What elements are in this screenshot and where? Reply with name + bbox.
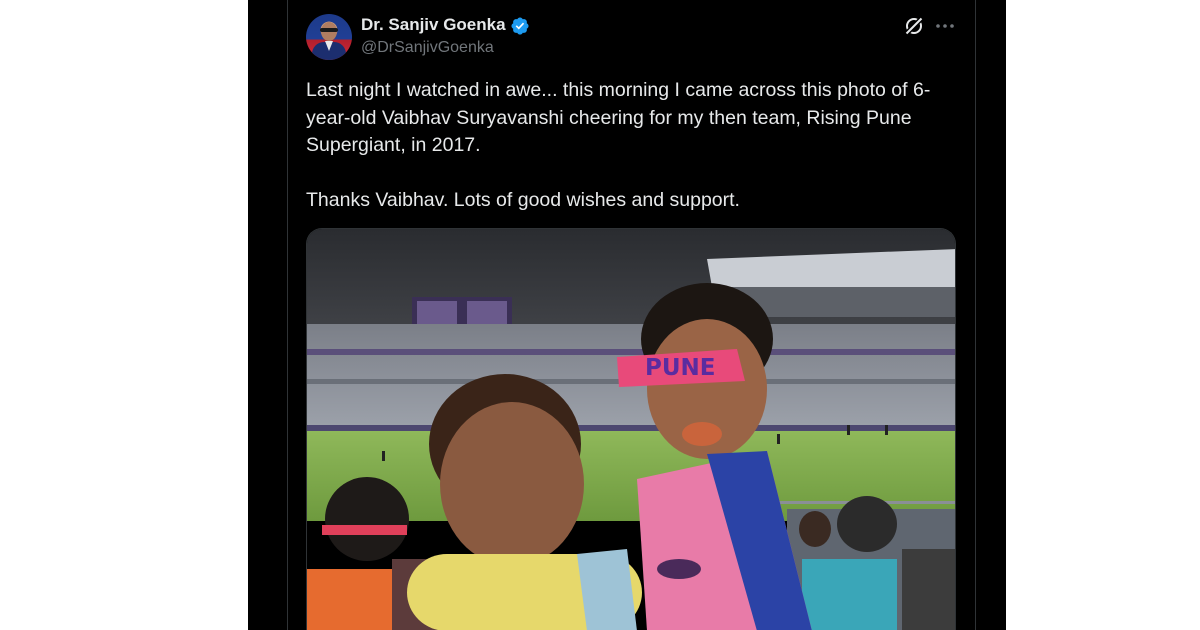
man-face xyxy=(440,402,584,566)
tweet-paragraph: Last night I watched in awe... this morn… xyxy=(306,79,931,156)
player-figure xyxy=(382,451,385,461)
headband-text: PUNE xyxy=(645,355,716,381)
tweet-text: Last night I watched in awe... this morn… xyxy=(306,77,958,214)
shirt-collar xyxy=(577,549,637,630)
author-avatar[interactable] xyxy=(306,14,352,60)
tweet-photo[interactable]: PUNE xyxy=(306,228,956,630)
avatar-glasses xyxy=(320,28,338,32)
player-figure xyxy=(777,434,780,444)
spectator-headband xyxy=(322,525,407,535)
stadium-photo: PUNE xyxy=(307,229,955,630)
column-border-right xyxy=(975,0,976,630)
spectator-head xyxy=(837,496,897,552)
player-figure xyxy=(847,425,850,435)
author-handle[interactable]: @DrSanjivGoenka xyxy=(361,39,494,57)
page: Dr. Sanjiv Goenka @DrSanjivGoenka Last n… xyxy=(0,0,1200,630)
spectator-shirt-left xyxy=(307,569,397,630)
more-dots-icon[interactable] xyxy=(933,14,957,38)
column-border-left xyxy=(287,0,288,630)
verified-badge-icon xyxy=(511,17,529,35)
stand-banner-lower xyxy=(307,425,955,431)
stand-banner-upper xyxy=(307,349,955,355)
spectator-head-left xyxy=(325,477,409,561)
spectator-body xyxy=(902,549,955,630)
spectator-head-2 xyxy=(799,511,831,547)
grok-icon[interactable] xyxy=(902,14,926,38)
face-paint xyxy=(682,422,722,446)
tweet-paragraph: Thanks Vaibhav. Lots of good wishes and … xyxy=(306,188,740,211)
author-display-name[interactable]: Dr. Sanjiv Goenka xyxy=(361,15,506,35)
spectator-shirt xyxy=(802,559,897,630)
player-figure xyxy=(885,425,888,435)
jersey-logo xyxy=(657,559,701,579)
